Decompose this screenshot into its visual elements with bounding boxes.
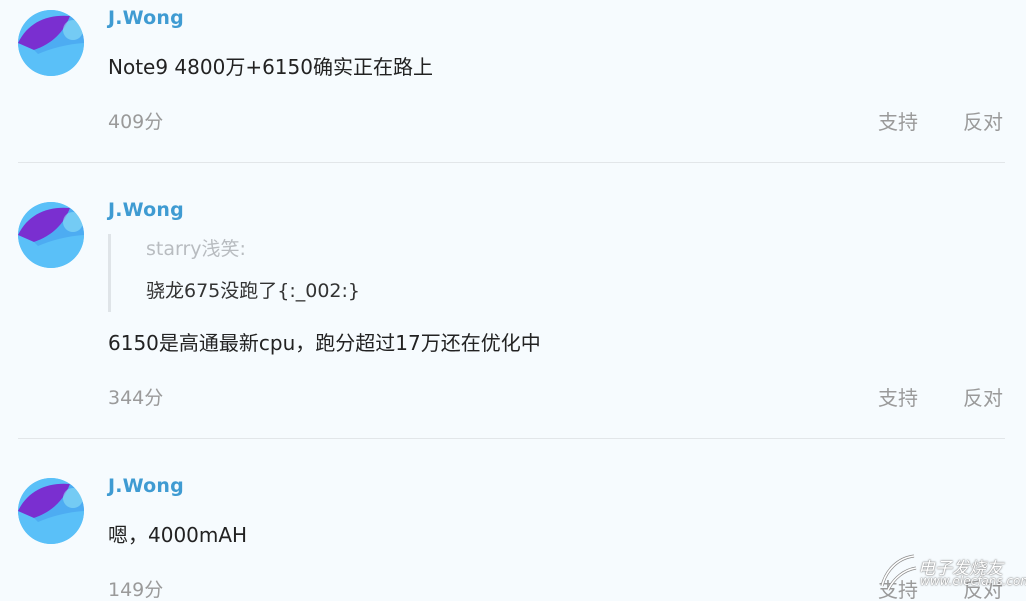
- avatar-icon: [18, 202, 84, 268]
- avatar-icon: [18, 478, 84, 544]
- quote-block: starry浅笑: 骁龙675没跑了{:_002:}: [108, 234, 531, 312]
- quote-author: starry浅笑:: [146, 238, 246, 260]
- divider: [18, 162, 1005, 163]
- support-button[interactable]: 支持: [878, 574, 918, 601]
- score-label: 149分: [108, 579, 164, 601]
- avatar[interactable]: [18, 10, 84, 76]
- oppose-button[interactable]: 反对: [963, 382, 1003, 411]
- comment-list: J.Wong Note9 4800万+6150确实正在路上 409分 支持 反对…: [0, 0, 1026, 601]
- username-link[interactable]: J.Wong: [108, 7, 184, 29]
- quote-text: 骁龙675没跑了{:_002:}: [146, 280, 361, 302]
- comment-text: 嗯，4000mAH: [108, 523, 248, 547]
- support-button[interactable]: 支持: [878, 106, 918, 135]
- oppose-button[interactable]: 反对: [963, 574, 1003, 601]
- comment-text: Note9 4800万+6150确实正在路上: [108, 55, 433, 79]
- support-button[interactable]: 支持: [878, 382, 918, 411]
- score-label: 409分: [108, 111, 164, 133]
- avatar[interactable]: [18, 478, 84, 544]
- username-link[interactable]: J.Wong: [108, 199, 184, 221]
- username-link[interactable]: J.Wong: [108, 475, 184, 497]
- oppose-button[interactable]: 反对: [963, 106, 1003, 135]
- divider: [18, 438, 1005, 439]
- avatar-icon: [18, 10, 84, 76]
- comment-text: 6150是高通最新cpu，跑分超过17万还在优化中: [108, 331, 541, 355]
- score-label: 344分: [108, 387, 164, 409]
- avatar[interactable]: [18, 202, 84, 268]
